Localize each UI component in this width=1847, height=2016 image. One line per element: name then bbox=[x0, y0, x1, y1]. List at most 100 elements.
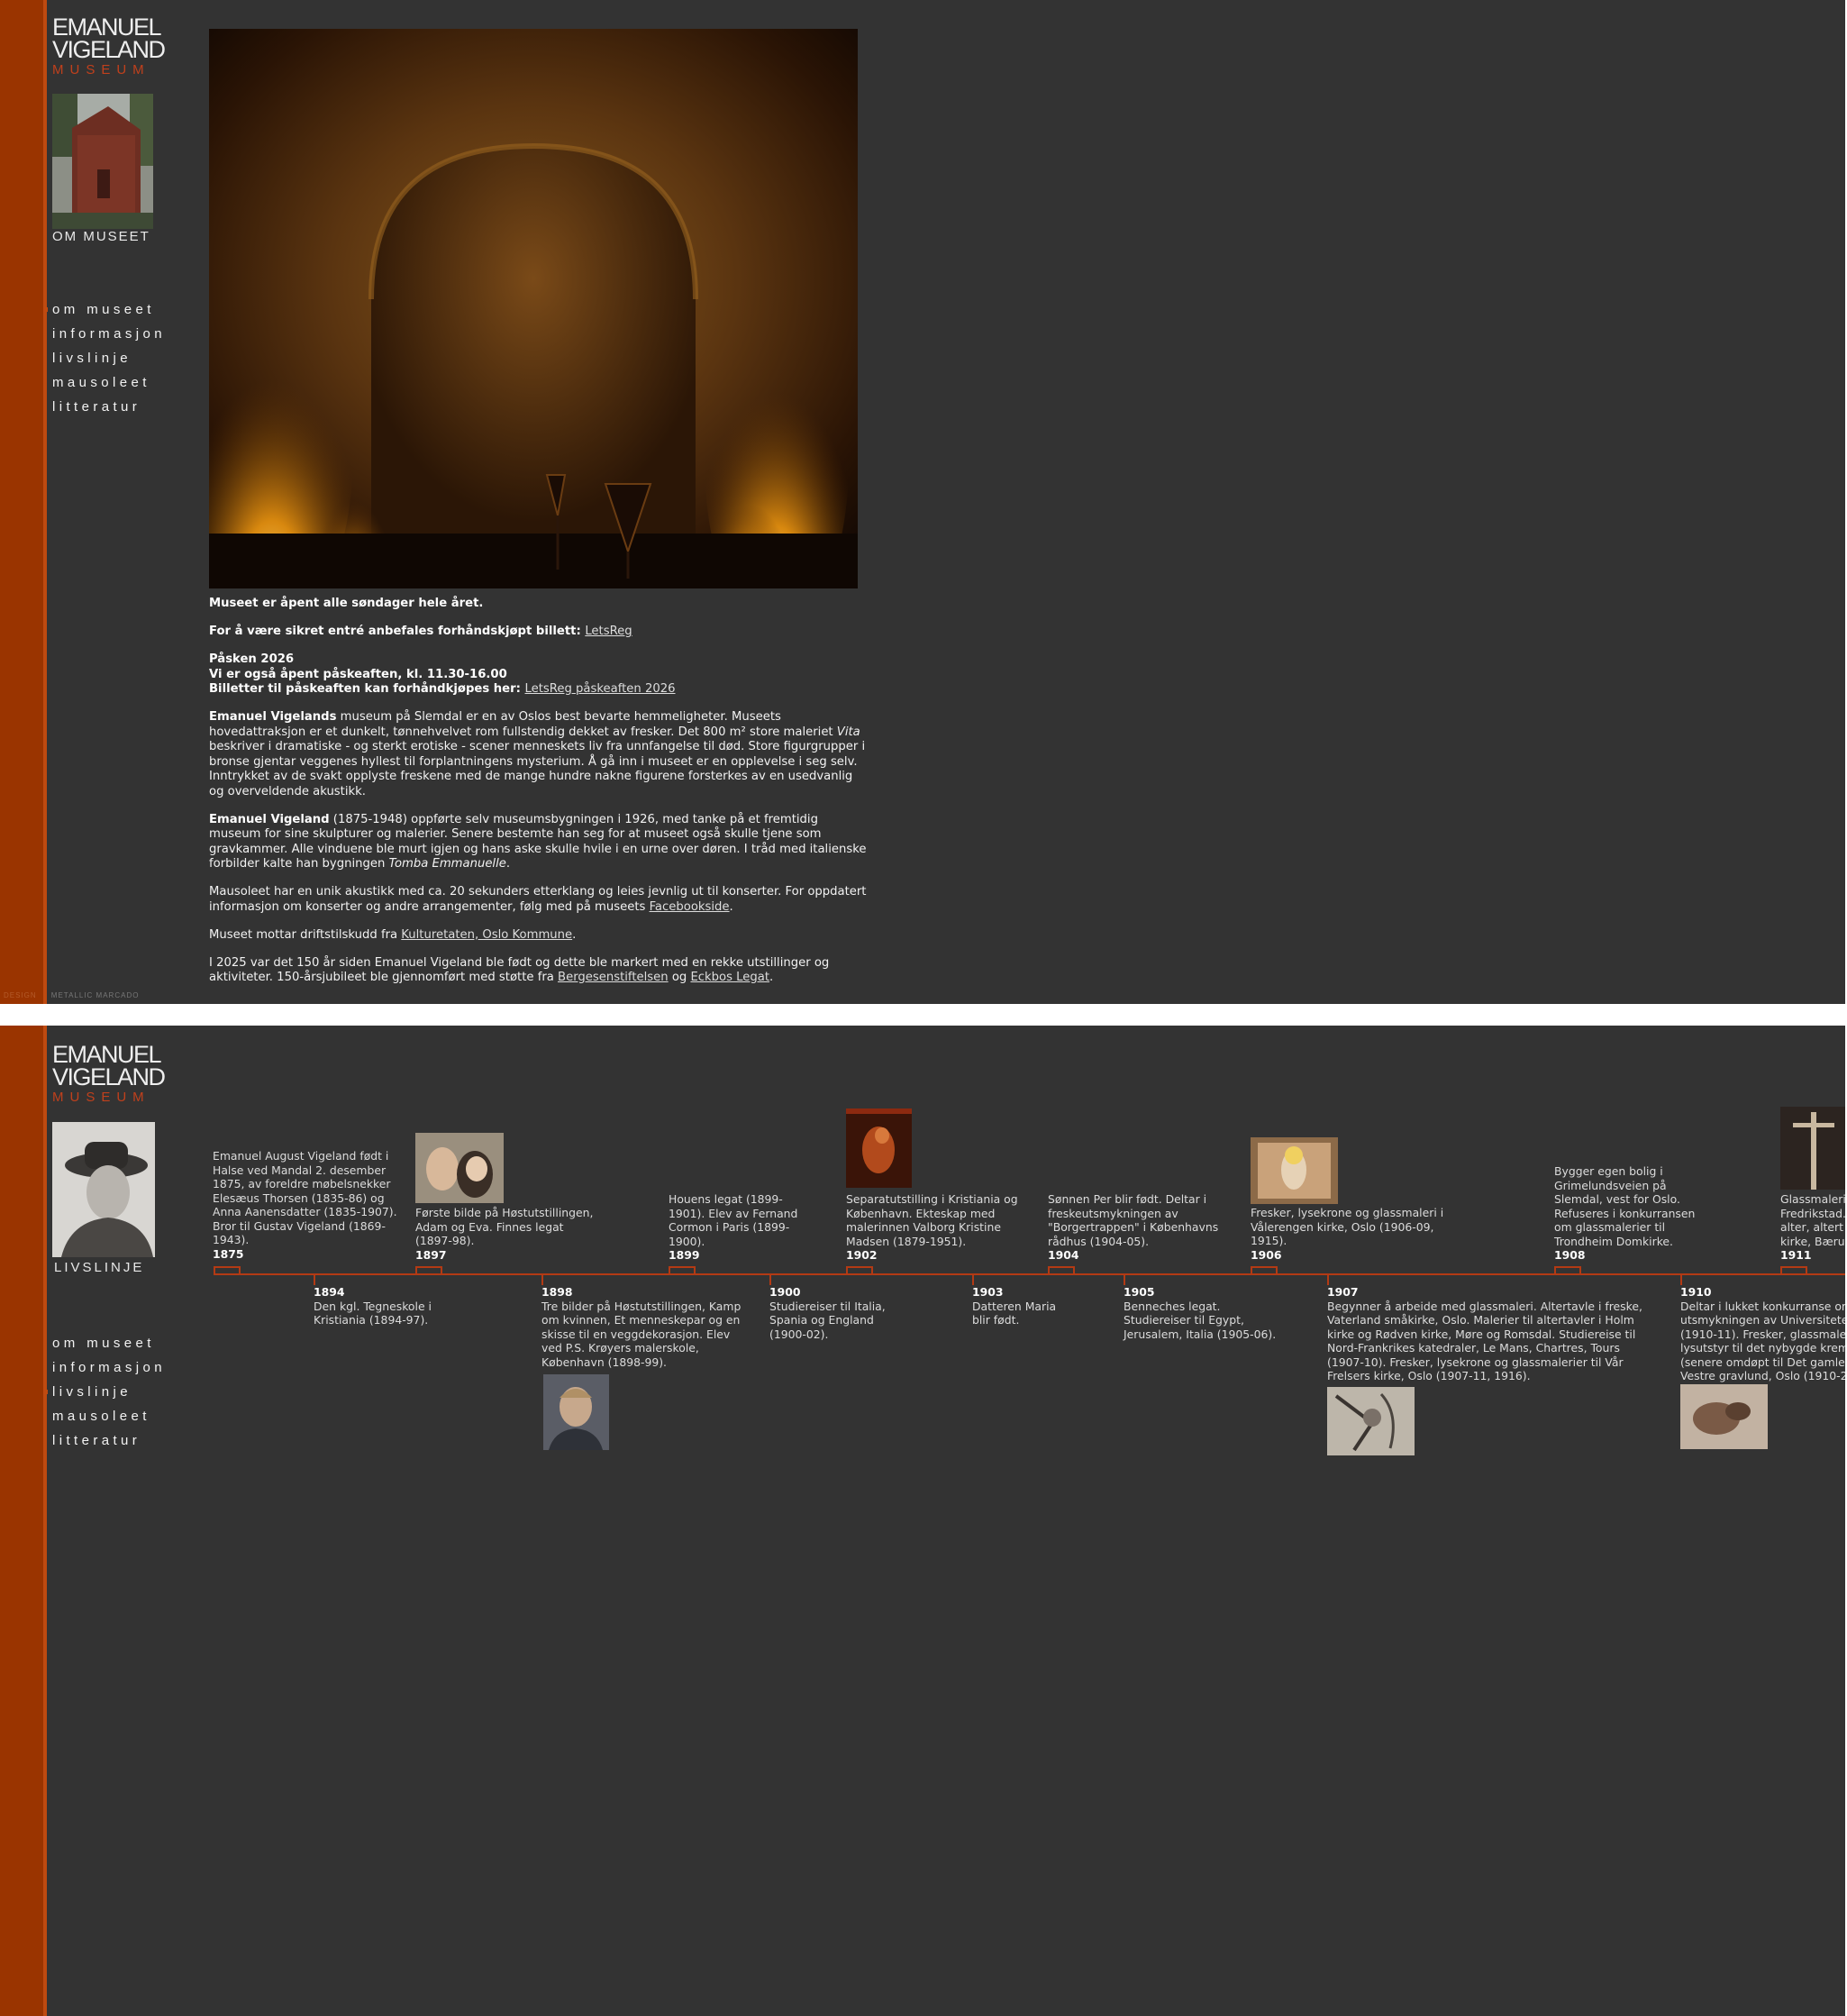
event-1911-line: Glassmaleri bbox=[1780, 1192, 1845, 1206]
event-1899-line: Houens legat (1899- bbox=[669, 1192, 783, 1206]
event-1905-line: Studiereiser til Egypt, bbox=[1124, 1313, 1244, 1327]
facebook-link[interactable]: Facebookside bbox=[650, 900, 730, 914]
nav-mausoleet[interactable]: mausoleet bbox=[52, 370, 166, 395]
nav-livslinje[interactable]: livslinje bbox=[52, 346, 166, 370]
adam-and-eva-thumbnail[interactable] bbox=[415, 1133, 504, 1203]
event-1894-year: 1894 bbox=[314, 1285, 345, 1299]
event-1898-line: København (1898-99). bbox=[541, 1355, 667, 1369]
event-1903-line: blir født. bbox=[972, 1313, 1020, 1327]
event-1875-line: Elesæus Thorsen (1835-86) og bbox=[213, 1190, 385, 1205]
letsreg-easter-link[interactable]: LetsReg påskeaften 2026 bbox=[525, 682, 676, 696]
nav-informasjon[interactable]: informasjon bbox=[52, 322, 166, 346]
intro-lead: Emanuel Vigelands bbox=[209, 710, 337, 724]
event-1905-year: 1905 bbox=[1124, 1285, 1155, 1299]
event-1875-line: Bror til Gustav Vigeland (1869- bbox=[213, 1218, 386, 1233]
event-1910-line: (senere omdøpt til Det gamle bbox=[1680, 1355, 1845, 1369]
event-1911-year: 1911 bbox=[1780, 1248, 1812, 1262]
event-1904-line: "Borgertrappen" i Københavns bbox=[1048, 1220, 1219, 1234]
acoustics-text: Mausoleet har en unik akustikk med ca. 2… bbox=[209, 885, 867, 914]
event-1899-year: 1899 bbox=[669, 1248, 700, 1262]
event-1897-line: Adam og Eva. Finnes legat bbox=[415, 1219, 564, 1234]
timeline-event-1904: Sønnen Per blir født. Deltar i freskeuts… bbox=[1048, 1192, 1218, 1263]
event-1908-line: om glassmalerier til bbox=[1554, 1220, 1666, 1234]
glass-painting-1907-thumbnail[interactable] bbox=[1327, 1387, 1415, 1455]
event-1903-line: Datteren Maria bbox=[972, 1299, 1057, 1313]
museum-description: Museet er åpent alle søndager hele året.… bbox=[209, 597, 867, 999]
timeline-tick-1905 bbox=[1124, 1274, 1125, 1285]
timeline-marker-1911 bbox=[1780, 1266, 1807, 1275]
event-1910-line: lysutstyr til det nybygde krem bbox=[1680, 1341, 1845, 1355]
timeline-event-1911: Glassmaleri Fredrikstad. alter, altert k… bbox=[1780, 1192, 1845, 1263]
event-1911-line: kirke, Bæru bbox=[1780, 1234, 1845, 1248]
nav-litteratur[interactable]: litteratur bbox=[52, 1428, 166, 1453]
timeline-event-1905: 1905 Benneches legat. Studiereiser til E… bbox=[1124, 1285, 1276, 1341]
easter-line-2: Billetter til påskeaften kan forhåndkjøp… bbox=[209, 682, 525, 696]
opening-hours-text: Museet er åpent alle søndager hele året. bbox=[209, 597, 484, 610]
nav-informasjon[interactable]: informasjon bbox=[52, 1355, 166, 1380]
nav-om-museet[interactable]: om museet bbox=[43, 297, 166, 322]
timeline-event-1907: 1907 Begynner å arbeide med glassmaleri.… bbox=[1327, 1285, 1642, 1383]
event-1908-line: Slemdal, vest for Oslo. bbox=[1554, 1192, 1680, 1206]
event-1898-line: ved P.S. Krøyers malerskole, bbox=[541, 1341, 699, 1355]
timeline-marker-1908 bbox=[1554, 1266, 1581, 1275]
event-1898-year: 1898 bbox=[541, 1285, 573, 1299]
timeline-tick-1894 bbox=[314, 1274, 315, 1285]
timeline-event-1899: Houens legat (1899- 1901). Elev av Ferna… bbox=[669, 1192, 797, 1263]
nav-om-museet[interactable]: om museet bbox=[52, 1331, 166, 1355]
event-1904-line: Sønnen Per blir født. Deltar i bbox=[1048, 1192, 1207, 1206]
section-caption: OM MUSEET bbox=[52, 229, 150, 244]
logo-line-3: MUSEUM bbox=[52, 62, 150, 78]
event-1902-line: København. Ekteskap med bbox=[846, 1206, 996, 1220]
museum-logo[interactable]: EMANUEL VIGELAND MUSEUM bbox=[52, 1043, 166, 1106]
event-1908-line: Refuseres i konkurransen bbox=[1554, 1206, 1696, 1220]
paragraph-tickets: For å være sikret entré anbefales forhån… bbox=[209, 625, 867, 640]
letsreg-link[interactable]: LetsReg bbox=[585, 625, 632, 638]
event-1904-line: freskeutsmykningen av bbox=[1048, 1206, 1178, 1220]
event-1906-line: 1915). bbox=[1251, 1234, 1287, 1247]
event-1911-line: Fredrikstad. bbox=[1780, 1206, 1845, 1220]
fresco-1906-thumbnail[interactable] bbox=[1251, 1137, 1338, 1204]
timeline-event-1900: 1900 Studiereiser til Italia, Spania og … bbox=[769, 1285, 886, 1341]
kulturetaten-link[interactable]: Kulturetaten, Oslo Kommune bbox=[401, 928, 572, 942]
paragraph-anniversary: I 2025 var det 150 år siden Emanuel Vige… bbox=[209, 956, 867, 986]
event-1899-line: 1900). bbox=[669, 1234, 705, 1248]
museum-logo[interactable]: EMANUEL VIGELAND MUSEUM bbox=[52, 15, 166, 78]
event-1907-line: kirke og Rødven kirke, Møre og Romsdal. … bbox=[1327, 1327, 1636, 1341]
event-1875-line: 1943). bbox=[213, 1233, 250, 1246]
design-credit: DESIGN METALLIC MARCADO bbox=[4, 991, 139, 999]
portrait-1898-thumbnail[interactable] bbox=[543, 1374, 609, 1450]
timeline-event-1910: 1910 Deltar i lukket konkurranse om utsm… bbox=[1680, 1285, 1845, 1383]
nav-mausoleet[interactable]: mausoleet bbox=[52, 1404, 166, 1428]
timeline-marker-1902 bbox=[846, 1266, 873, 1275]
event-1898-line: om kvinnen, Et menneskepar og en bbox=[541, 1313, 741, 1327]
timeline-tick-1903 bbox=[972, 1274, 974, 1285]
museum-building-photo bbox=[52, 94, 153, 229]
event-1905-line: Benneches legat. bbox=[1124, 1299, 1221, 1313]
painting-1902-thumbnail[interactable] bbox=[846, 1108, 912, 1188]
timeline-tick-1907 bbox=[1327, 1274, 1329, 1285]
event-1910-line: Vestre gravlund, Oslo (1910-24 bbox=[1680, 1369, 1845, 1382]
history-italic: Tomba Emmanuelle bbox=[388, 857, 506, 871]
event-1875-line: Halse ved Mandal 2. desember bbox=[213, 1163, 387, 1177]
timeline-marker-1904 bbox=[1048, 1266, 1075, 1275]
anniversary-tail: . bbox=[769, 971, 774, 984]
timeline-event-1894: 1894 Den kgl. Tegneskole i Kristiania (1… bbox=[314, 1285, 432, 1327]
timeline-axis bbox=[214, 1273, 1845, 1275]
timeline-event-1903: 1903 Datteren Maria blir født. bbox=[972, 1285, 1056, 1327]
event-1910-line: Deltar i lukket konkurranse om bbox=[1680, 1299, 1845, 1313]
bergesenstiftelsen-link[interactable]: Bergesenstiftelsen bbox=[558, 971, 669, 984]
event-1875-line: 1875, av foreldre møbelsnekker bbox=[213, 1177, 391, 1190]
eckbos-legat-link[interactable]: Eckbos Legat bbox=[690, 971, 769, 984]
nav-livslinje[interactable]: livslinje bbox=[43, 1380, 166, 1404]
nav-litteratur[interactable]: litteratur bbox=[52, 395, 166, 419]
event-1898-line: Tre bilder på Høstutstillingen, Kamp bbox=[541, 1299, 742, 1313]
paragraph-acoustics: Mausoleet har en unik akustikk med ca. 2… bbox=[209, 885, 867, 915]
left-rail bbox=[0, 0, 43, 1004]
event-1900-line: Studiereiser til Italia, bbox=[769, 1299, 886, 1313]
crucifix-1911-thumbnail[interactable] bbox=[1780, 1107, 1845, 1190]
left-rail-edge bbox=[43, 0, 47, 1004]
anniversary-mid: og bbox=[668, 971, 691, 984]
timeline-event-1902: Separatutstilling i Kristiania og Københ… bbox=[846, 1192, 1018, 1263]
event-1907-line: Begynner å arbeide med glassmaleri. Alte… bbox=[1327, 1299, 1642, 1313]
fresco-1910-thumbnail[interactable] bbox=[1680, 1384, 1768, 1449]
